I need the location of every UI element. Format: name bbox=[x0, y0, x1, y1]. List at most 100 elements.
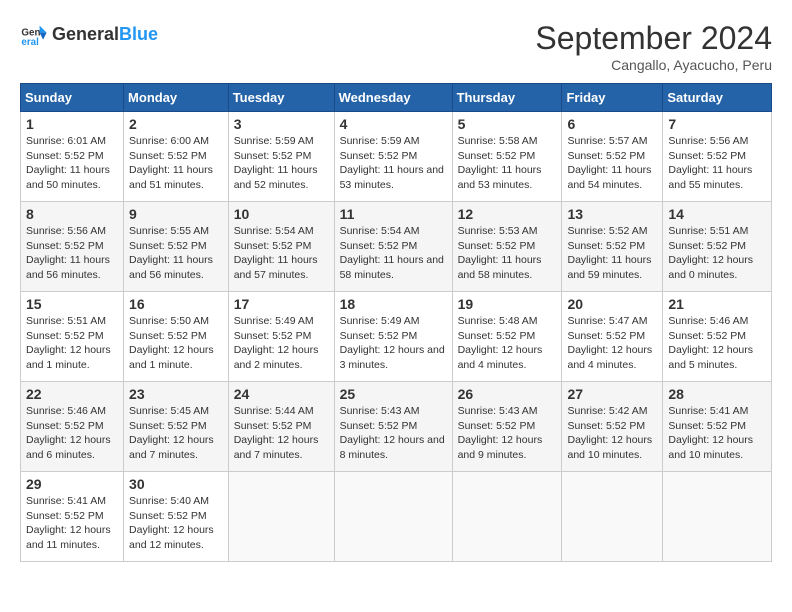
calendar-cell: 12 Sunrise: 5:53 AMSunset: 5:52 PMDayligh… bbox=[452, 202, 562, 292]
weekday-header-row: SundayMondayTuesdayWednesdayThursdayFrid… bbox=[21, 84, 772, 112]
day-info: Sunrise: 5:52 AMSunset: 5:52 PMDaylight:… bbox=[567, 224, 657, 283]
day-info: Sunrise: 5:44 AMSunset: 5:52 PMDaylight:… bbox=[234, 404, 329, 463]
calendar-cell: 29 Sunrise: 5:41 AMSunset: 5:52 PMDayligh… bbox=[21, 472, 124, 562]
day-number: 29 bbox=[26, 476, 118, 492]
day-number: 1 bbox=[26, 116, 118, 132]
calendar-cell: 18Sunrise: 5:49 AMSunset: 5:52 PMDayligh… bbox=[334, 292, 452, 382]
day-info: Sunrise: 5:59 AMSunset: 5:52 PMDaylight:… bbox=[340, 134, 447, 193]
month-year-title: September 2024 bbox=[535, 20, 772, 57]
calendar-cell: 2 Sunrise: 6:00 AMSunset: 5:52 PMDaylight… bbox=[124, 112, 229, 202]
calendar-cell: 7 Sunrise: 5:56 AMSunset: 5:52 PMDaylight… bbox=[663, 112, 772, 202]
calendar-cell: 25 Sunrise: 5:43 AMSunset: 5:52 PMDayligh… bbox=[334, 382, 452, 472]
calendar-cell: 26 Sunrise: 5:43 AMSunset: 5:52 PMDayligh… bbox=[452, 382, 562, 472]
calendar-cell bbox=[562, 472, 663, 562]
weekday-header-wednesday: Wednesday bbox=[334, 84, 452, 112]
day-number: 4 bbox=[340, 116, 447, 132]
day-number: 30 bbox=[129, 476, 223, 492]
calendar-cell: 20Sunrise: 5:47 AMSunset: 5:52 PMDayligh… bbox=[562, 292, 663, 382]
day-info: Sunrise: 5:56 AMSunset: 5:52 PMDaylight:… bbox=[26, 224, 118, 283]
day-number: 8 bbox=[26, 206, 118, 222]
logo: Gen eral General Blue bbox=[20, 20, 158, 48]
day-info: Sunrise: 5:46 AMSunset: 5:52 PMDaylight:… bbox=[26, 404, 118, 463]
svg-text:eral: eral bbox=[21, 37, 39, 48]
day-info: Sunrise: 5:54 AMSunset: 5:52 PMDaylight:… bbox=[234, 224, 329, 283]
day-number: 6 bbox=[567, 116, 657, 132]
weekday-header-thursday: Thursday bbox=[452, 84, 562, 112]
calendar-cell: 4 Sunrise: 5:59 AMSunset: 5:52 PMDaylight… bbox=[334, 112, 452, 202]
day-number: 9 bbox=[129, 206, 223, 222]
day-info: Sunrise: 5:59 AMSunset: 5:52 PMDaylight:… bbox=[234, 134, 329, 193]
calendar-cell: 13 Sunrise: 5:52 AMSunset: 5:52 PMDayligh… bbox=[562, 202, 663, 292]
day-info: Sunrise: 5:51 AMSunset: 5:52 PMDaylight:… bbox=[26, 314, 118, 373]
calendar-cell: 16Sunrise: 5:50 AMSunset: 5:52 PMDayligh… bbox=[124, 292, 229, 382]
calendar-cell: 24 Sunrise: 5:44 AMSunset: 5:52 PMDayligh… bbox=[228, 382, 334, 472]
calendar-week-4: 22 Sunrise: 5:46 AMSunset: 5:52 PMDayligh… bbox=[21, 382, 772, 472]
day-number: 20 bbox=[567, 296, 657, 312]
day-info: Sunrise: 5:48 AMSunset: 5:52 PMDaylight:… bbox=[458, 314, 557, 373]
day-info: Sunrise: 6:00 AMSunset: 5:52 PMDaylight:… bbox=[129, 134, 223, 193]
location-subtitle: Cangallo, Ayacucho, Peru bbox=[535, 57, 772, 73]
calendar-cell: 14 Sunrise: 5:51 AMSunset: 5:52 PMDayligh… bbox=[663, 202, 772, 292]
day-number: 13 bbox=[567, 206, 657, 222]
day-info: Sunrise: 5:55 AMSunset: 5:52 PMDaylight:… bbox=[129, 224, 223, 283]
calendar-cell: 10 Sunrise: 5:54 AMSunset: 5:52 PMDayligh… bbox=[228, 202, 334, 292]
calendar-cell: 22 Sunrise: 5:46 AMSunset: 5:52 PMDayligh… bbox=[21, 382, 124, 472]
day-number: 15 bbox=[26, 296, 118, 312]
calendar-cell: 9 Sunrise: 5:55 AMSunset: 5:52 PMDaylight… bbox=[124, 202, 229, 292]
weekday-header-friday: Friday bbox=[562, 84, 663, 112]
day-number: 17 bbox=[234, 296, 329, 312]
day-number: 10 bbox=[234, 206, 329, 222]
calendar-cell: 5Sunrise: 5:58 AMSunset: 5:52 PMDaylight… bbox=[452, 112, 562, 202]
day-info: Sunrise: 5:40 AMSunset: 5:52 PMDaylight:… bbox=[129, 494, 223, 553]
calendar-cell: 8 Sunrise: 5:56 AMSunset: 5:52 PMDaylight… bbox=[21, 202, 124, 292]
calendar-cell: 11Sunrise: 5:54 AMSunset: 5:52 PMDayligh… bbox=[334, 202, 452, 292]
day-number: 24 bbox=[234, 386, 329, 402]
day-number: 7 bbox=[668, 116, 766, 132]
day-number: 26 bbox=[458, 386, 557, 402]
calendar-week-1: 1 Sunrise: 6:01 AMSunset: 5:52 PMDaylight… bbox=[21, 112, 772, 202]
day-info: Sunrise: 5:56 AMSunset: 5:52 PMDaylight:… bbox=[668, 134, 766, 193]
day-number: 16 bbox=[129, 296, 223, 312]
title-block: September 2024 Cangallo, Ayacucho, Peru bbox=[535, 20, 772, 73]
day-number: 19 bbox=[458, 296, 557, 312]
day-info: Sunrise: 6:01 AMSunset: 5:52 PMDaylight:… bbox=[26, 134, 118, 193]
day-info: Sunrise: 5:43 AMSunset: 5:52 PMDaylight:… bbox=[458, 404, 557, 463]
day-number: 27 bbox=[567, 386, 657, 402]
calendar-cell bbox=[452, 472, 562, 562]
day-info: Sunrise: 5:53 AMSunset: 5:52 PMDaylight:… bbox=[458, 224, 557, 283]
calendar-cell: 28 Sunrise: 5:41 AMSunset: 5:52 PMDayligh… bbox=[663, 382, 772, 472]
calendar-week-2: 8 Sunrise: 5:56 AMSunset: 5:52 PMDaylight… bbox=[21, 202, 772, 292]
calendar-week-5: 29 Sunrise: 5:41 AMSunset: 5:52 PMDayligh… bbox=[21, 472, 772, 562]
calendar-week-3: 15 Sunrise: 5:51 AMSunset: 5:52 PMDayligh… bbox=[21, 292, 772, 382]
weekday-header-saturday: Saturday bbox=[663, 84, 772, 112]
calendar-cell: 6Sunrise: 5:57 AMSunset: 5:52 PMDaylight… bbox=[562, 112, 663, 202]
day-number: 3 bbox=[234, 116, 329, 132]
day-number: 23 bbox=[129, 386, 223, 402]
calendar-cell bbox=[334, 472, 452, 562]
day-info: Sunrise: 5:54 AMSunset: 5:52 PMDaylight:… bbox=[340, 224, 447, 283]
calendar-table: SundayMondayTuesdayWednesdayThursdayFrid… bbox=[20, 83, 772, 562]
day-number: 25 bbox=[340, 386, 447, 402]
page-header: Gen eral General Blue September 2024 Can… bbox=[20, 20, 772, 73]
day-info: Sunrise: 5:51 AMSunset: 5:52 PMDaylight:… bbox=[668, 224, 766, 283]
day-number: 14 bbox=[668, 206, 766, 222]
calendar-cell bbox=[663, 472, 772, 562]
calendar-cell: 17Sunrise: 5:49 AMSunset: 5:52 PMDayligh… bbox=[228, 292, 334, 382]
day-number: 12 bbox=[458, 206, 557, 222]
weekday-header-sunday: Sunday bbox=[21, 84, 124, 112]
day-info: Sunrise: 5:41 AMSunset: 5:52 PMDaylight:… bbox=[668, 404, 766, 463]
day-info: Sunrise: 5:42 AMSunset: 5:52 PMDaylight:… bbox=[567, 404, 657, 463]
day-number: 28 bbox=[668, 386, 766, 402]
calendar-cell: 21Sunrise: 5:46 AMSunset: 5:52 PMDayligh… bbox=[663, 292, 772, 382]
calendar-cell: 3 Sunrise: 5:59 AMSunset: 5:52 PMDaylight… bbox=[228, 112, 334, 202]
logo-general: General bbox=[52, 24, 119, 45]
logo-icon: Gen eral bbox=[20, 20, 48, 48]
calendar-cell: 27 Sunrise: 5:42 AMSunset: 5:52 PMDayligh… bbox=[562, 382, 663, 472]
day-number: 21 bbox=[668, 296, 766, 312]
day-number: 22 bbox=[26, 386, 118, 402]
day-number: 2 bbox=[129, 116, 223, 132]
calendar-cell bbox=[228, 472, 334, 562]
day-info: Sunrise: 5:41 AMSunset: 5:52 PMDaylight:… bbox=[26, 494, 118, 553]
day-info: Sunrise: 5:43 AMSunset: 5:52 PMDaylight:… bbox=[340, 404, 447, 463]
day-info: Sunrise: 5:58 AMSunset: 5:52 PMDaylight:… bbox=[458, 134, 557, 193]
